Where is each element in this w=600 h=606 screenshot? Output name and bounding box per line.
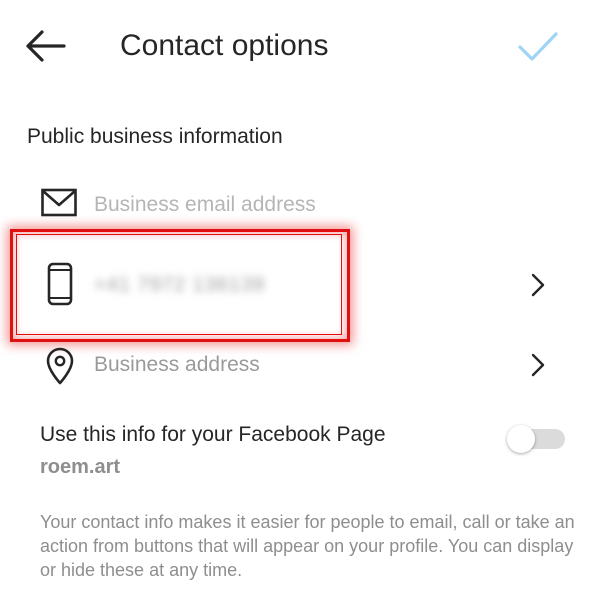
toggle-knob <box>507 425 535 453</box>
chevron-right-icon[interactable] <box>528 352 548 378</box>
back-button[interactable] <box>18 22 70 70</box>
address-row[interactable]: Business address <box>0 340 600 390</box>
arrow-left-icon <box>26 30 66 62</box>
email-row[interactable]: Business email address <box>0 178 600 233</box>
facebook-page-toggle[interactable] <box>505 425 567 453</box>
page-title: Contact options <box>120 29 329 62</box>
top-app-bar: Contact options <box>0 0 600 92</box>
chevron-right-icon[interactable] <box>528 272 548 298</box>
facebook-page-label: Use this info for your Facebook Page <box>40 423 386 446</box>
confirm-button[interactable] <box>512 22 564 70</box>
address-field[interactable]: Business address <box>94 351 260 379</box>
check-icon <box>518 32 558 61</box>
email-field[interactable]: Business email address <box>94 191 316 219</box>
section-title: Public business information <box>27 125 283 148</box>
map-pin-icon <box>46 347 74 385</box>
facebook-page-name: roem.art <box>40 456 121 478</box>
highlight-box-inner <box>16 234 342 335</box>
envelope-icon <box>41 188 77 217</box>
contact-info-note: Your contact info makes it easier for pe… <box>40 512 575 580</box>
